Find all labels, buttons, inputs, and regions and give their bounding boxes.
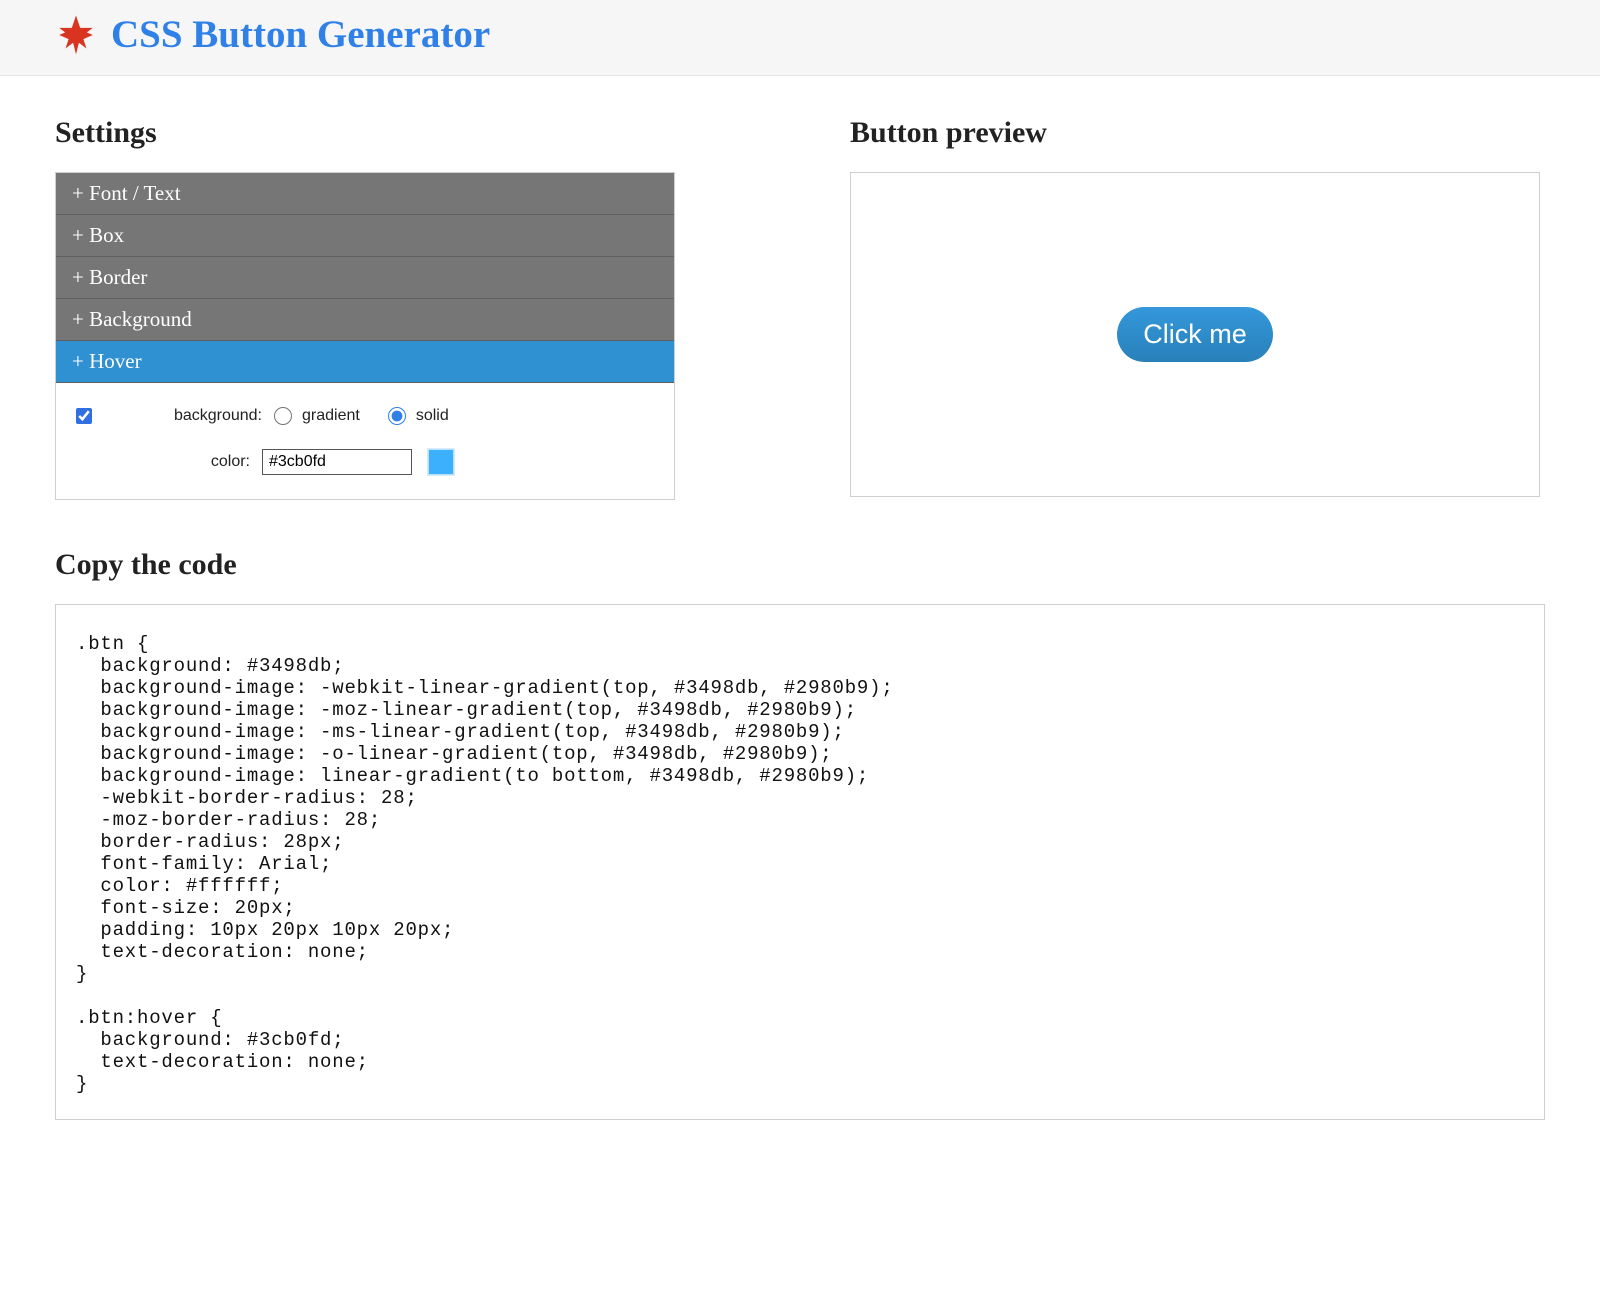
hover-background-label: background: (162, 407, 262, 425)
preview-box: Click me (850, 172, 1540, 497)
hover-panel: background: gradient solid color: (56, 383, 674, 499)
page-header: CSS Button Generator (0, 0, 1600, 76)
page-title: CSS Button Generator (111, 12, 490, 57)
code-box[interactable]: .btn { background: #3498db; background-i… (55, 604, 1545, 1120)
preview-title: Button preview (850, 116, 1540, 150)
accordion-border[interactable]: + Border (56, 257, 674, 299)
settings-accordion: + Font / Text + Box + Border + Backgroun… (55, 172, 675, 500)
settings-title: Settings (55, 116, 675, 150)
hover-color-label: color: (166, 453, 250, 471)
hover-bg-solid-radio[interactable] (388, 407, 406, 425)
preview-button[interactable]: Click me (1117, 307, 1273, 362)
hover-enable-checkbox[interactable] (76, 408, 92, 424)
code-title: Copy the code (55, 548, 1545, 582)
accordion-box[interactable]: + Box (56, 215, 674, 257)
accordion-font-text[interactable]: + Font / Text (56, 173, 674, 215)
hover-color-swatch[interactable] (428, 449, 454, 475)
hover-color-input[interactable] (262, 449, 412, 475)
accordion-hover[interactable]: + Hover (56, 341, 674, 383)
accordion-background[interactable]: + Background (56, 299, 674, 341)
code-output[interactable]: .btn { background: #3498db; background-i… (76, 633, 1524, 1095)
hover-bg-gradient-radio[interactable] (274, 407, 292, 425)
star-icon (55, 14, 97, 56)
hover-bg-gradient-label: gradient (302, 407, 360, 425)
hover-bg-solid-label: solid (416, 407, 449, 425)
